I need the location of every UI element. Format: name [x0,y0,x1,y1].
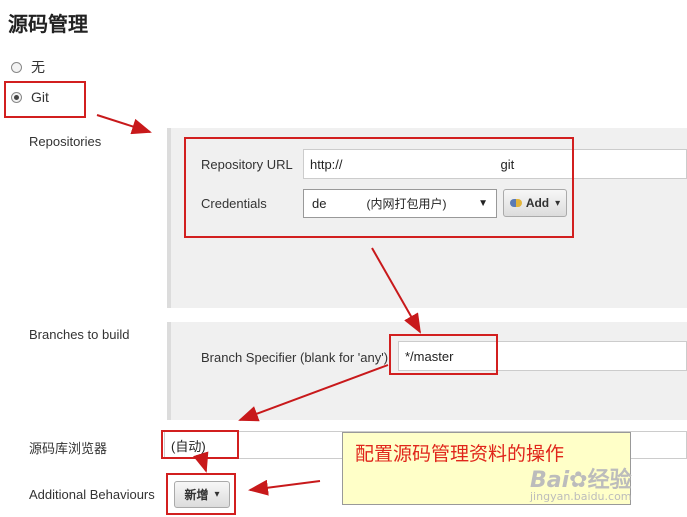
arrow-note-to-behaviours [248,479,321,496]
arrow-browser-to-behaviours [193,451,209,473]
arrow-branch-to-browser [238,364,389,422]
annotation-arrows [96,114,421,496]
arrow-repo-to-branch [371,247,421,334]
arrow-git-to-repo [96,114,152,135]
